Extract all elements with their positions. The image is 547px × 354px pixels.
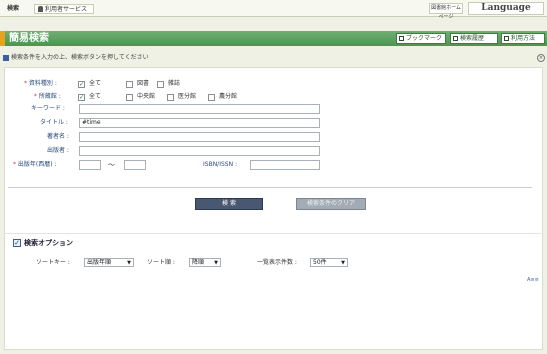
sort-order-label-text: ソート順	[147, 259, 172, 266]
per-page-select[interactable]: 50件 ▼	[310, 258, 348, 267]
title-bar: 簡易検索 ブックマーク 検索履歴 利用方法	[0, 31, 547, 46]
help-label: 利用方法	[511, 35, 536, 42]
sort-order-value: 降順	[192, 259, 205, 266]
search-button[interactable]: 検 索	[195, 198, 263, 210]
help-icon	[504, 36, 509, 41]
pub-year-label-text: 出版年(西暦)	[17, 161, 53, 168]
keyword-label-text: キーワード	[31, 105, 62, 112]
chevron-down-icon: ▼	[127, 260, 131, 266]
tab-user-service[interactable]: 利用者サービス	[34, 4, 94, 14]
title-input[interactable]: #time	[79, 118, 320, 128]
bookmark-label: ブックマーク	[406, 35, 443, 42]
bookmark-icon	[399, 36, 404, 41]
keyword-input[interactable]	[79, 104, 320, 114]
location-agri-label: 農分館	[219, 93, 238, 100]
library-home-link[interactable]: 図書館ホームページ	[429, 3, 463, 20]
material-all-label: 全て	[89, 80, 102, 87]
author-label-text: 著者名	[47, 133, 66, 140]
sort-key-value: 出版年順	[87, 259, 112, 266]
location-agri-checkbox[interactable]	[208, 94, 215, 101]
sort-key-label-text: ソートキー	[36, 259, 67, 266]
location-all-checkbox[interactable]: ✓	[78, 94, 85, 101]
per-page-label-text: 一覧表示件数	[257, 259, 294, 266]
material-type-label-text: 資料種別	[28, 80, 53, 87]
material-journal-label: 雑誌	[168, 80, 181, 87]
location-label: * 所蔵館 :	[34, 93, 61, 100]
sort-key-select[interactable]: 出版年順 ▼	[84, 258, 134, 267]
chevron-down-icon: ▼	[214, 260, 218, 266]
per-page-value: 50件	[313, 259, 327, 266]
location-medical-label: 医分館	[178, 93, 197, 100]
page-top-link[interactable]: A≡≡	[527, 277, 539, 283]
location-central-checkbox[interactable]	[126, 94, 133, 101]
title-label-text: タイトル	[40, 119, 65, 126]
title-marker	[0, 31, 5, 46]
collapse-icon[interactable]: ×	[537, 54, 545, 62]
instruction-text: 検索条件を入力の上、検索ボタンを押してください	[2, 53, 542, 63]
help-button[interactable]: 利用方法	[501, 33, 545, 44]
material-book-checkbox[interactable]	[126, 81, 133, 88]
options-divider	[4, 233, 543, 234]
instruction-label: 検索条件を入力の上、検索ボタンを押してください	[11, 54, 149, 61]
search-history-button[interactable]: 検索履歴	[450, 33, 498, 44]
isbn-label-text: ISBN/ISSN	[203, 161, 234, 168]
location-central-label: 中央館	[137, 93, 156, 100]
material-all-checkbox[interactable]: ✓	[78, 81, 85, 88]
publisher-label: 出版者 :	[47, 147, 69, 154]
location-medical-checkbox[interactable]	[167, 94, 174, 101]
page-title: 簡易検索	[9, 33, 49, 44]
pub-year-from-input[interactable]	[79, 160, 101, 170]
publisher-input[interactable]	[79, 146, 320, 156]
chevron-down-icon: ▼	[341, 260, 345, 266]
person-icon	[38, 6, 43, 12]
keyword-label: キーワード :	[31, 105, 65, 112]
isbn-input[interactable]	[250, 160, 320, 170]
clear-button[interactable]: 検索条件のクリア	[296, 198, 366, 210]
material-journal-checkbox[interactable]	[157, 81, 164, 88]
sort-key-label: ソートキー :	[36, 259, 70, 266]
history-icon	[453, 36, 458, 41]
sort-order-label: ソート順 :	[147, 259, 175, 266]
top-nav: 検索 利用者サービス 図書館ホームページ Language	[0, 0, 547, 20]
material-book-label: 図書	[137, 80, 150, 87]
bookmark-button[interactable]: ブックマーク	[396, 33, 446, 44]
options-toggle-checkbox[interactable]: ✓	[13, 239, 21, 247]
publisher-label-text: 出版者	[47, 147, 66, 154]
options-title: 検索オプション	[24, 239, 73, 247]
tab-user-service-label: 利用者サービス	[45, 6, 88, 13]
pub-year-to-input[interactable]	[124, 160, 146, 170]
title-label: タイトル :	[40, 119, 68, 126]
isbn-label: ISBN/ISSN :	[203, 161, 238, 168]
location-all-label: 全て	[89, 93, 102, 100]
author-input[interactable]	[79, 132, 320, 142]
pub-year-label: * 出版年(西暦) :	[13, 161, 57, 168]
search-history-label: 検索履歴	[460, 35, 485, 42]
form-divider	[8, 187, 532, 188]
author-label: 著者名 :	[47, 133, 69, 140]
language-button[interactable]: Language	[468, 2, 544, 15]
sort-order-select[interactable]: 降順 ▼	[189, 258, 221, 267]
per-page-label: 一覧表示件数 :	[257, 259, 297, 266]
material-type-label: * 資料種別 :	[24, 80, 57, 87]
tab-search[interactable]: 検索	[4, 4, 22, 14]
location-label-text: 所蔵館	[38, 93, 57, 100]
pub-year-separator: ～	[108, 161, 115, 169]
info-icon	[3, 55, 9, 61]
